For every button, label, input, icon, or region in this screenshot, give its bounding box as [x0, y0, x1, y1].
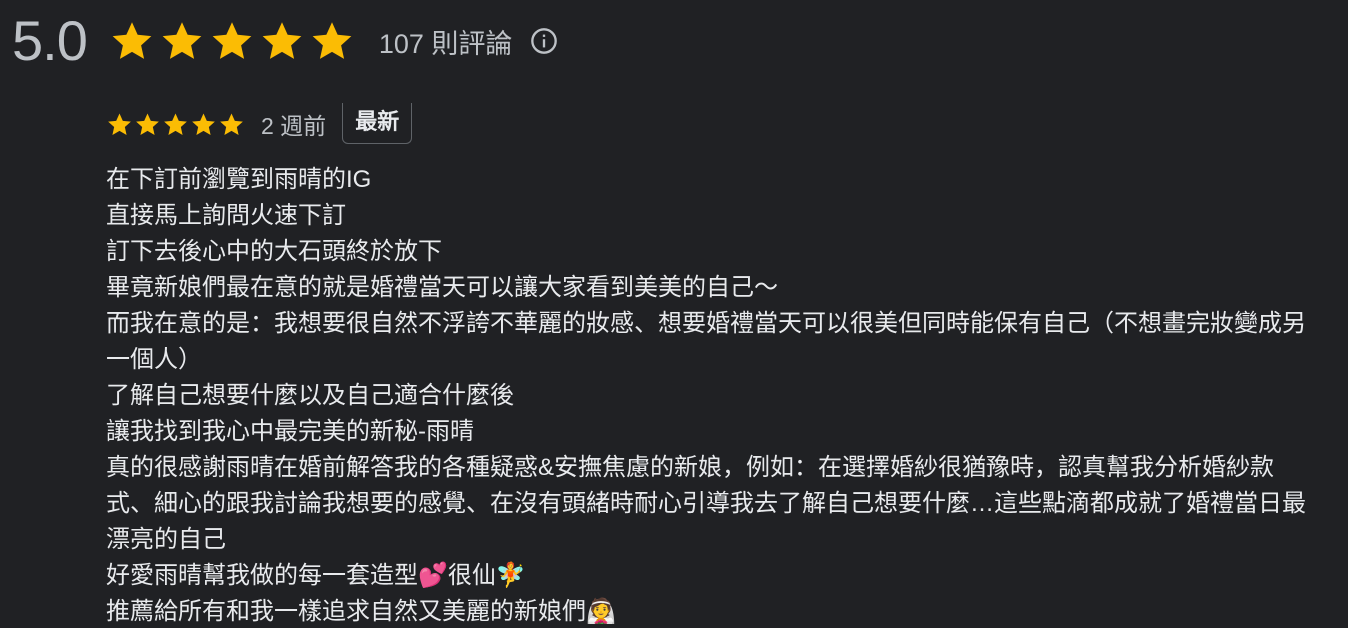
review-line: 直接馬上詢問火速下訂 [106, 202, 346, 229]
reviews-panel: 5.0 107 則評論 2 週前 最新 在下訂前瀏覽到雨晴的IG 直接馬上詢問火… [0, 0, 1348, 628]
star-icon [209, 18, 255, 64]
star-icon [109, 18, 155, 64]
review-line: 而我在意的是：我想要很自然不浮誇不華麗的妝感、想要婚禮當天可以很美但同時能保有自… [106, 310, 1306, 373]
review-line: 真的很感謝雨晴在婚前解答我的各種疑惑&安撫焦慮的新娘，例如：在選擇婚紗很猶豫時，… [106, 454, 1306, 553]
star-icon [162, 111, 189, 138]
review-line: 訂下去後心中的大石頭終於放下 [106, 238, 442, 265]
review-line: 了解自己想要什麼以及自己適合什麼後 [106, 382, 514, 409]
review-line: 推薦給所有和我一樣追求自然又美麗的新娘們👰 [106, 598, 616, 625]
review-date: 2 週前 [261, 113, 327, 139]
info-icon[interactable] [530, 27, 558, 55]
average-rating: 5.0 [12, 9, 88, 72]
review-text: 在下訂前瀏覽到雨晴的IG 直接馬上詢問火速下訂 訂下去後心中的大石頭終於放下 畢… [106, 162, 1311, 628]
review-line: 在下訂前瀏覽到雨晴的IG [106, 166, 372, 193]
review-line: 好愛雨晴幫我做的每一套造型💕很仙🧚 [106, 562, 526, 589]
star-icon [309, 18, 355, 64]
star-icon [106, 111, 133, 138]
star-icon [190, 111, 217, 138]
review-count[interactable]: 107 則評論 [379, 22, 513, 61]
star-icon [259, 18, 305, 64]
review-line: 讓我找到我心中最完美的新秘-雨晴 [106, 418, 474, 445]
rating-summary: 5.0 107 則評論 [12, 8, 558, 74]
star-icon [159, 18, 205, 64]
new-badge: 最新 [342, 102, 413, 144]
star-icon [134, 111, 161, 138]
review-item: 2 週前 最新 在下訂前瀏覽到雨晴的IG 直接馬上詢問火速下訂 訂下去後心中的大… [106, 102, 1326, 628]
review-meta: 2 週前 最新 [106, 102, 1326, 144]
star-icon [218, 111, 245, 138]
review-line: 畢竟新娘們最在意的就是婚禮當天可以讓大家看到美美的自己～ [106, 274, 778, 301]
review-stars [106, 111, 245, 138]
average-rating-stars [109, 18, 355, 64]
